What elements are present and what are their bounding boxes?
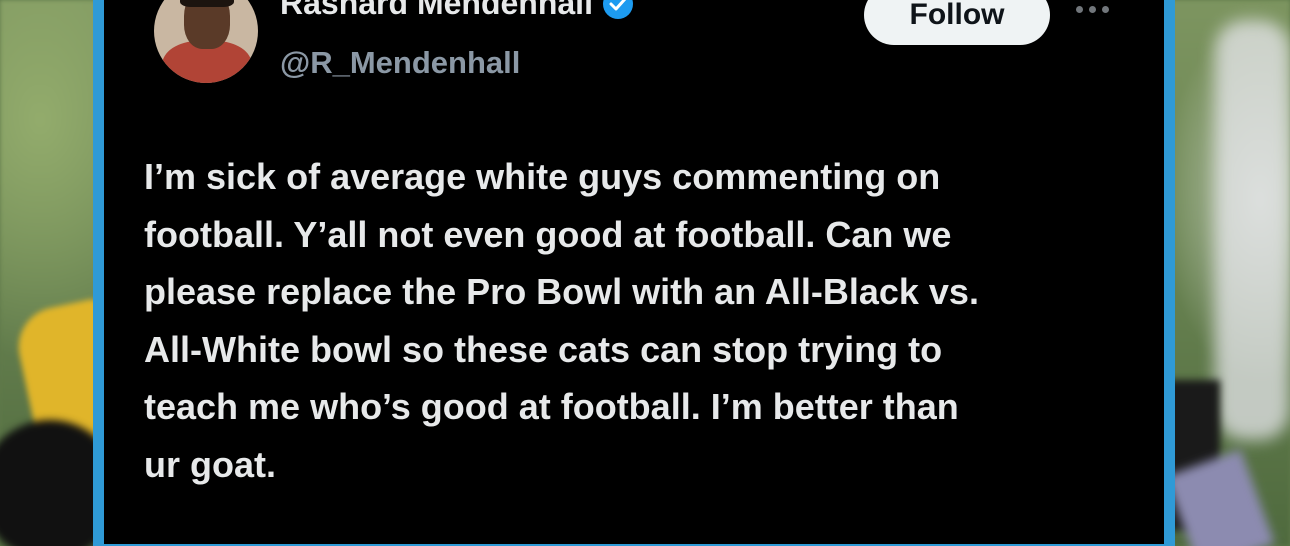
tweet-text: I’m sick of average white guys commentin… [144, 148, 1134, 493]
avatar-hair [180, 0, 234, 7]
tweet-text-line: ur goat. [144, 443, 276, 485]
tweet-card: Rashard Mendenhall @R_Mendenhall Follow … [93, 0, 1175, 546]
author-name-row: Rashard Mendenhall [280, 0, 633, 22]
display-name[interactable]: Rashard Mendenhall [280, 0, 593, 22]
verified-badge-icon [602, 0, 633, 19]
avatar-face [184, 0, 230, 49]
background-player-right [1215, 20, 1290, 440]
tweet-text-line: please replace the Pro Bowl with an All-… [144, 271, 979, 312]
user-handle[interactable]: @R_Mendenhall [280, 45, 520, 81]
tweet-text-line: football. Y’all not even good at footbal… [144, 213, 952, 255]
tweet-text-line: All-White bowl so these cats can stop tr… [144, 328, 943, 370]
follow-button[interactable]: Follow [864, 0, 1050, 45]
more-options-icon[interactable] [1076, 1, 1116, 17]
tweet-text-line: I’m sick of average white guys commentin… [144, 156, 941, 197]
avatar[interactable] [154, 0, 258, 83]
tweet-text-line: teach me who’s good at football. I’m bet… [144, 386, 959, 427]
